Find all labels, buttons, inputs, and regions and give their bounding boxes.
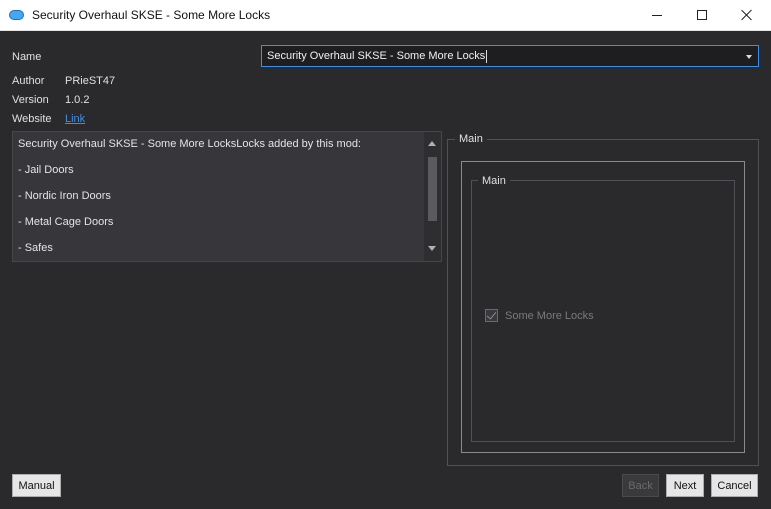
- main-group-outer-title: Main: [455, 133, 487, 145]
- description-line: - Safes: [18, 242, 53, 254]
- description-scrollbar[interactable]: [424, 132, 441, 261]
- cancel-button[interactable]: Cancel: [711, 474, 758, 497]
- description-line: - Metal Cage Doors: [18, 216, 114, 228]
- scroll-down-icon[interactable]: [428, 246, 436, 251]
- minimize-icon: [652, 14, 662, 16]
- author-label: Author: [12, 75, 45, 87]
- maximize-icon: [697, 10, 707, 20]
- text-caret: [486, 50, 487, 63]
- main-group-inner-title: Main: [478, 175, 510, 187]
- name-label: Name: [12, 51, 42, 63]
- author-value: PRieST47: [65, 75, 116, 87]
- manual-button[interactable]: Manual: [12, 474, 61, 497]
- next-button[interactable]: Next: [666, 474, 704, 497]
- window-title: Security Overhaul SKSE - Some More Locks: [32, 8, 271, 22]
- description-line: Security Overhaul SKSE - Some More Locks…: [18, 138, 361, 150]
- scroll-up-icon[interactable]: [428, 141, 436, 146]
- version-label: Version: [12, 94, 49, 106]
- checkmark-icon: [486, 309, 497, 320]
- name-value: Security Overhaul SKSE - Some More Locks: [267, 50, 486, 62]
- close-icon: [741, 9, 753, 21]
- some-more-locks-checkbox[interactable]: [485, 309, 498, 322]
- close-button[interactable]: [724, 0, 770, 30]
- back-button[interactable]: Back: [622, 474, 659, 497]
- description-line: - Jail Doors: [18, 164, 74, 176]
- some-more-locks-label[interactable]: Some More Locks: [505, 310, 594, 322]
- chevron-down-icon[interactable]: [746, 55, 752, 59]
- minimize-button[interactable]: [634, 0, 680, 30]
- title-bar: Security Overhaul SKSE - Some More Locks: [0, 0, 771, 31]
- name-dropdown[interactable]: Security Overhaul SKSE - Some More Locks: [261, 45, 759, 67]
- description-box[interactable]: Security Overhaul SKSE - Some More Locks…: [12, 131, 442, 262]
- app-icon: [9, 10, 24, 20]
- maximize-button[interactable]: [679, 0, 725, 30]
- description-line: - Nordic Iron Doors: [18, 190, 111, 202]
- website-link[interactable]: Link: [65, 113, 85, 125]
- website-label: Website: [12, 113, 52, 125]
- version-value: 1.0.2: [65, 94, 90, 106]
- scroll-thumb[interactable]: [428, 157, 437, 221]
